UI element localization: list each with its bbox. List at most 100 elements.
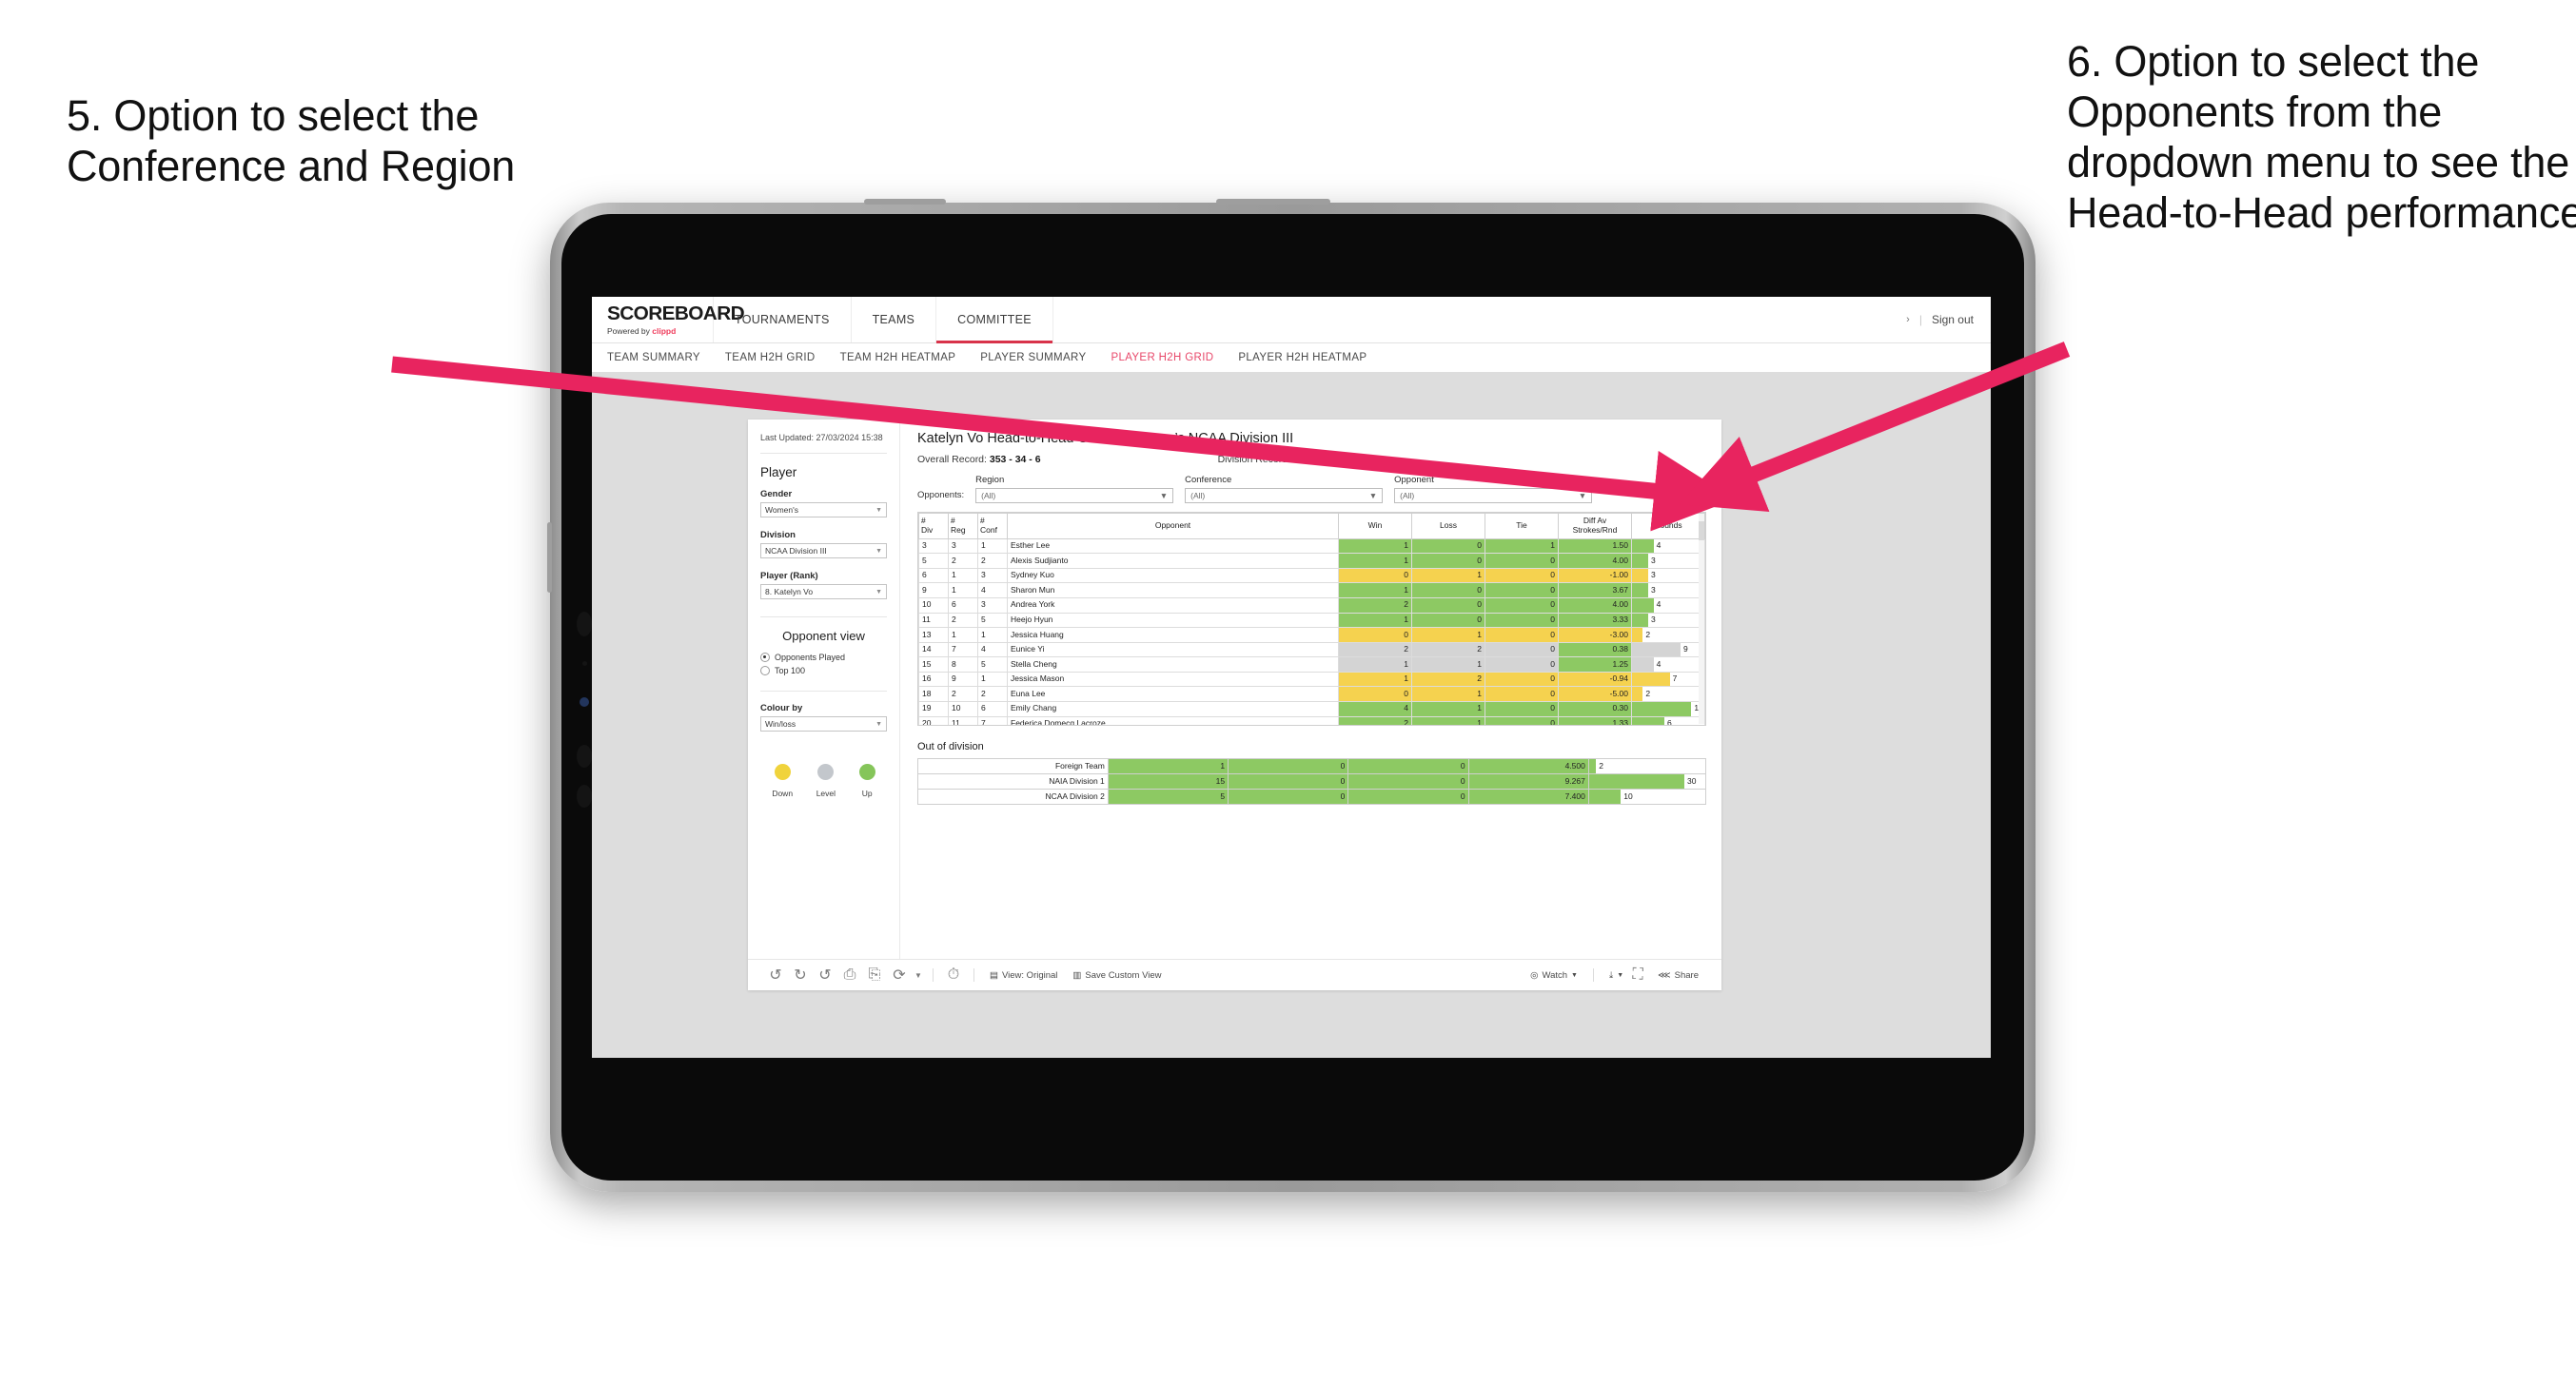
cell-win: 4 xyxy=(1338,701,1412,717)
table-row[interactable]: 9 1 4 Sharon Mun 1 0 0 3.67 3 xyxy=(918,582,1705,598)
topnav-tournaments[interactable]: TOURNAMENTS xyxy=(714,297,852,342)
out-of-division-row[interactable]: NCAA Division 2 5 0 0 7.400 10 xyxy=(917,789,1707,805)
share-button[interactable]: ⋘ Share xyxy=(1650,970,1706,981)
chevron-down-icon: ▼ xyxy=(1159,491,1169,500)
player-rank-select[interactable]: 8. Katelyn Vo ▼ xyxy=(760,584,887,600)
subnav-team-summary[interactable]: TEAM SUMMARY xyxy=(607,352,700,363)
cell-diff: 0.38 xyxy=(1558,641,1632,658)
pause-auto-update-icon[interactable]: ⏱ xyxy=(941,963,966,987)
table-row[interactable]: 11 2 5 Heejo Hyun 1 0 0 3.33 3 xyxy=(918,612,1705,629)
cell-div: 18 xyxy=(918,686,949,703)
out-of-division-row[interactable]: NAIA Division 1 15 0 0 9.267 30 xyxy=(917,773,1707,790)
subnav-team-h2h-heatmap[interactable]: TEAM H2H HEATMAP xyxy=(840,352,956,363)
rounds-value: 2 xyxy=(1599,760,1603,771)
vertical-scrollbar[interactable] xyxy=(1699,514,1704,724)
subnav-team-h2h-grid[interactable]: TEAM H2H GRID xyxy=(725,352,816,363)
cell-opponent: Eunice Yi xyxy=(1007,641,1339,658)
cell-ood-name: NAIA Division 1 xyxy=(917,773,1109,790)
subnav-player-summary[interactable]: PLAYER SUMMARY xyxy=(980,352,1086,363)
redo-icon[interactable]: ↻ xyxy=(788,963,813,987)
legend-dot-down xyxy=(774,764,791,781)
rounds-value: 9 xyxy=(1682,644,1688,654)
radio-opponents-played[interactable]: Opponents Played xyxy=(760,653,887,663)
download-button[interactable]: ⤓ ▼ xyxy=(1602,970,1625,981)
cell-tie: 0 xyxy=(1485,715,1559,725)
view-original-button[interactable]: ▤ View: Original xyxy=(982,970,1065,981)
topnav-teams[interactable]: TEAMS xyxy=(852,297,937,342)
cell-ood-rounds: 2 xyxy=(1587,758,1707,774)
cell-rounds: 4 xyxy=(1631,596,1705,614)
table-row[interactable]: 6 1 3 Sydney Kuo 0 1 0 -1.00 3 xyxy=(918,567,1705,584)
cell-opponent: Heejo Hyun xyxy=(1007,612,1339,629)
table-row[interactable]: 19106Emily Chang4100.3011 xyxy=(918,701,1705,717)
topnav-committee[interactable]: COMMITTEE xyxy=(936,297,1053,343)
cell-rounds: 3 xyxy=(1631,553,1705,569)
cell-ood-win: 1 xyxy=(1107,758,1229,774)
watch-button[interactable]: ◎ Watch ▼ xyxy=(1523,970,1585,981)
conference-select[interactable]: (All) ▼ xyxy=(1185,488,1384,503)
share-icon: ⋘ xyxy=(1658,969,1671,981)
colour-by-select[interactable]: Win/loss ▼ xyxy=(760,716,887,732)
region-value: (All) xyxy=(981,491,996,500)
save-custom-view-button[interactable]: ▥ Save Custom View xyxy=(1065,970,1169,981)
watch-label: Watch xyxy=(1542,969,1568,981)
sensor-dot xyxy=(582,661,587,666)
fullscreen-icon[interactable]: ⛶ xyxy=(1625,963,1650,987)
th-reg: # Reg xyxy=(948,513,978,539)
table-row[interactable]: 13 1 1 Jessica Huang 0 1 0 -3.00 2 xyxy=(918,627,1705,643)
cell-conf: 1 xyxy=(977,671,1008,688)
out-of-division-row[interactable]: Foreign Team 1 0 0 4.500 2 xyxy=(917,758,1707,774)
table-header-row: # Div # Reg # Conf Opponent Win Loss Tie Di… xyxy=(918,513,1705,539)
chevron-right-icon[interactable]: › xyxy=(1906,314,1910,325)
topbar-divider: | xyxy=(1918,313,1922,326)
cell-rounds: 2 xyxy=(1631,686,1705,703)
region-select[interactable]: (All) ▼ xyxy=(975,488,1174,503)
toolbar-divider xyxy=(1592,968,1594,982)
table-row[interactable]: 15 8 5 Stella Cheng 1 1 0 1.25 4 xyxy=(918,656,1705,673)
chevron-down-icon[interactable]: ▼ xyxy=(912,963,925,987)
table-row[interactable]: 5 2 2 Alexis Sudjianto 1 0 0 4.00 3 xyxy=(918,553,1705,569)
scrollbar-thumb[interactable] xyxy=(1699,521,1704,540)
undo-icon[interactable]: ↺ xyxy=(763,963,788,987)
division-select[interactable]: NCAA Division III ▼ xyxy=(760,543,887,559)
h2h-grid-scroll-area[interactable]: # Div # Reg # Conf Opponent Win Loss Tie Di… xyxy=(917,512,1706,726)
chevron-down-icon: ▼ xyxy=(1578,491,1587,500)
refresh-data-icon[interactable]: ⎙ xyxy=(837,963,862,987)
cell-opponent: Alexis Sudjianto xyxy=(1007,553,1339,569)
revert-icon[interactable]: ↺ xyxy=(813,963,837,987)
cell-diff: -5.00 xyxy=(1558,686,1632,703)
rounds-bar xyxy=(1632,687,1643,701)
sign-out-link[interactable]: Sign out xyxy=(1932,313,1974,326)
opponent-filter: Opponent (All) ▼ xyxy=(1394,475,1593,503)
view-original-label: View: Original xyxy=(1001,969,1058,981)
cell-win: 1 xyxy=(1338,553,1412,569)
subnav-player-h2h-heatmap[interactable]: PLAYER H2H HEATMAP xyxy=(1238,352,1367,363)
cell-rounds: 11 xyxy=(1631,701,1705,717)
table-row[interactable]: 10 6 3 Andrea York 2 0 0 4.00 4 xyxy=(918,596,1705,614)
brand-name: SCOREBOARD xyxy=(607,303,745,324)
cell-opponent: Jessica Mason xyxy=(1007,671,1339,688)
volume-button xyxy=(547,522,552,593)
h2h-grid-table: # Div # Reg # Conf Opponent Win Loss Tie Di… xyxy=(918,513,1705,725)
main-content: Katelyn Vo Head-to-Head Grid for Women’s… xyxy=(900,420,1721,959)
gender-select[interactable]: Women's ▼ xyxy=(760,502,887,518)
cell-loss: 1 xyxy=(1411,701,1485,717)
cell-loss: 0 xyxy=(1411,553,1485,569)
chevron-down-icon: ▼ xyxy=(875,506,882,514)
table-row[interactable]: 18 2 2 Euna Lee 0 1 0 -5.00 2 xyxy=(918,686,1705,703)
table-row[interactable]: 14 7 4 Eunice Yi 2 2 0 0.38 9 xyxy=(918,641,1705,658)
table-row[interactable]: 20 11 7 Federica Domecq Lacroze 2 1 0 1.33 6 xyxy=(918,715,1705,725)
pause-updates-icon[interactable]: ⎘ xyxy=(862,963,887,987)
redo-arrow-icon[interactable]: ⟳ xyxy=(887,963,912,987)
legend-label-up: Up xyxy=(861,789,873,799)
table-row[interactable]: 3 3 1 Esther Lee 1 0 1 1.50 4 xyxy=(918,537,1705,555)
radio-top-100[interactable]: Top 100 xyxy=(760,666,887,676)
filter-sidebar: Last Updated: 27/03/2024 15:38 Player Ge… xyxy=(748,420,900,959)
cell-opponent: Andrea York xyxy=(1007,596,1339,614)
table-row[interactable]: 16 9 1 Jessica Mason 1 2 0 -0.94 7 xyxy=(918,671,1705,688)
opponent-select[interactable]: (All) ▼ xyxy=(1394,488,1593,503)
cell-rounds: 9 xyxy=(1631,641,1705,658)
th-diff: Diff Av Strokes/Rnd xyxy=(1558,513,1632,539)
cell-opponent: Federica Domecq Lacroze xyxy=(1007,715,1339,725)
subnav-player-h2h-grid[interactable]: PLAYER H2H GRID xyxy=(1111,352,1213,363)
